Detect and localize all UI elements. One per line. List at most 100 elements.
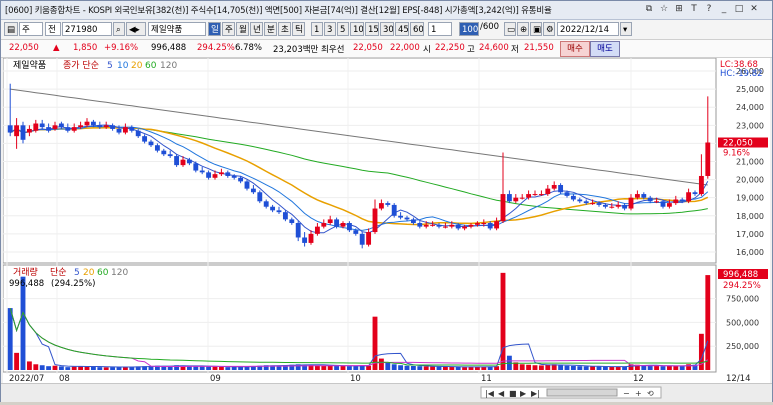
interval-10[interactable]: 10 [350, 22, 364, 36]
volume-bar[interactable] [500, 272, 506, 370]
search-icon[interactable]: ⌕ [113, 22, 125, 36]
volume-bar[interactable] [65, 367, 71, 370]
scroll-thumb[interactable] [546, 388, 618, 397]
buy-button[interactable]: 매수 [560, 41, 590, 57]
volume-bar[interactable] [71, 366, 77, 370]
favorite-icon[interactable]: ☆ [658, 3, 670, 15]
period-year[interactable]: 년 [250, 22, 263, 36]
volume-bar[interactable] [398, 365, 404, 370]
volume-bar[interactable] [14, 352, 20, 370]
volume-bar[interactable] [378, 358, 384, 370]
market-select[interactable]: 전 [45, 22, 61, 36]
volume-bar[interactable] [417, 366, 423, 370]
volume-bar[interactable] [410, 366, 416, 370]
volume-bar[interactable] [423, 366, 429, 370]
count-input[interactable]: 100 [459, 22, 479, 36]
print-icon[interactable]: ▭ [504, 22, 516, 36]
reset-icon[interactable]: ⟲ [647, 389, 654, 398]
volume-bar[interactable] [26, 361, 32, 370]
prev-icon[interactable]: ◀ [498, 389, 505, 398]
volume-bar[interactable] [340, 366, 346, 370]
interval-60[interactable]: 60 [410, 22, 424, 36]
interval-45[interactable]: 45 [395, 22, 409, 36]
code-input[interactable]: 271980 [62, 22, 112, 36]
volume-bar[interactable] [570, 366, 576, 370]
period-tick[interactable]: 틱 [292, 22, 305, 36]
volume-bar[interactable] [602, 366, 608, 370]
last-icon[interactable]: ▶| [531, 389, 540, 398]
volume-bar[interactable] [442, 366, 448, 370]
volume-bar[interactable] [33, 364, 39, 370]
save-icon[interactable]: ▣ [530, 22, 542, 36]
volume-bar[interactable] [468, 366, 474, 370]
help-icon[interactable]: ? [703, 3, 715, 15]
interval-input[interactable]: 1 [428, 22, 452, 36]
volume-bar[interactable] [7, 308, 13, 370]
minimize-button[interactable]: _ [718, 3, 730, 15]
date-input[interactable]: 2022/12/14 [557, 22, 619, 36]
calendar-icon[interactable]: ▾ [620, 22, 632, 36]
layout-icon[interactable]: ⊞ [673, 3, 685, 15]
volume-bar[interactable] [526, 364, 532, 370]
volume-bar[interactable] [609, 366, 615, 370]
volume-bar[interactable] [679, 365, 685, 370]
next-icon[interactable]: ▶ [520, 389, 527, 398]
volume-bar[interactable] [129, 367, 135, 370]
chart-area[interactable]: 26,00025,00024,00023,00022,00021,00020,0… [2, 57, 770, 401]
volume-bar[interactable] [334, 365, 340, 370]
volume-bar[interactable] [218, 366, 224, 370]
interval-5[interactable]: 5 [337, 22, 349, 36]
period-day[interactable]: 일 [208, 22, 221, 36]
volume-bar[interactable] [353, 366, 359, 370]
zoom-icon[interactable]: ⊕ [517, 22, 529, 36]
volume-bar[interactable] [615, 366, 621, 370]
mode-select[interactable]: 주 [19, 22, 43, 36]
interval-3[interactable]: 3 [324, 22, 336, 36]
volume-bar[interactable] [532, 365, 538, 370]
volume-bar[interactable] [519, 364, 525, 370]
scroll-bar[interactable]: |◀ ◀ ■ ▶ ▶| − + ⟲ [1, 383, 772, 402]
volume-bar[interactable] [564, 365, 570, 370]
candle[interactable] [174, 154, 180, 167]
volume-bar[interactable] [20, 276, 26, 370]
volume-bar[interactable] [90, 366, 96, 370]
volume-bar[interactable] [596, 366, 602, 370]
volume-bar[interactable] [449, 366, 455, 370]
volume-bar[interactable] [583, 366, 589, 370]
volume-bar[interactable] [58, 366, 64, 370]
chart-svg[interactable]: 26,00025,00024,00023,00022,00021,00020,0… [2, 57, 770, 384]
volume-bar[interactable] [647, 365, 653, 370]
volume-bar[interactable] [577, 366, 583, 370]
sell-button[interactable]: 매도 [590, 41, 620, 57]
interval-30[interactable]: 30 [380, 22, 394, 36]
volume-bar[interactable] [391, 364, 397, 370]
volume-bar[interactable] [39, 365, 45, 370]
period-minute[interactable]: 분 [264, 22, 277, 36]
volume-bar[interactable] [545, 364, 551, 370]
volume-bar[interactable] [404, 365, 410, 370]
period-second[interactable]: 초 [278, 22, 291, 36]
volume-bar[interactable] [705, 275, 711, 370]
period-week[interactable]: 주 [222, 22, 235, 36]
volume-bar[interactable] [462, 367, 468, 370]
speaker-icon[interactable]: ◀▸ [126, 22, 146, 36]
volume-bar[interactable] [346, 366, 352, 370]
volume-bar[interactable] [436, 366, 442, 370]
stop-icon[interactable]: ■ [509, 389, 517, 398]
volume-bar[interactable] [225, 367, 231, 370]
volume-bar[interactable] [103, 367, 109, 370]
interval-1[interactable]: 1 [311, 22, 323, 36]
volume-bar[interactable] [199, 366, 205, 370]
link-icon[interactable]: ⧉ [643, 3, 655, 15]
volume-bar[interactable] [212, 366, 218, 370]
settings-icon[interactable]: ⚙ [543, 22, 555, 36]
volume-bar[interactable] [97, 367, 103, 370]
volume-bar[interactable] [654, 366, 660, 370]
volume-bar[interactable] [558, 365, 564, 370]
volume-bar[interactable] [52, 365, 58, 370]
close-button[interactable]: ✕ [748, 3, 760, 15]
zoom-out-icon[interactable]: − [623, 389, 630, 398]
menu-icon[interactable]: ▤ [4, 22, 18, 36]
period-month[interactable]: 월 [236, 22, 249, 36]
volume-bar[interactable] [538, 365, 544, 370]
